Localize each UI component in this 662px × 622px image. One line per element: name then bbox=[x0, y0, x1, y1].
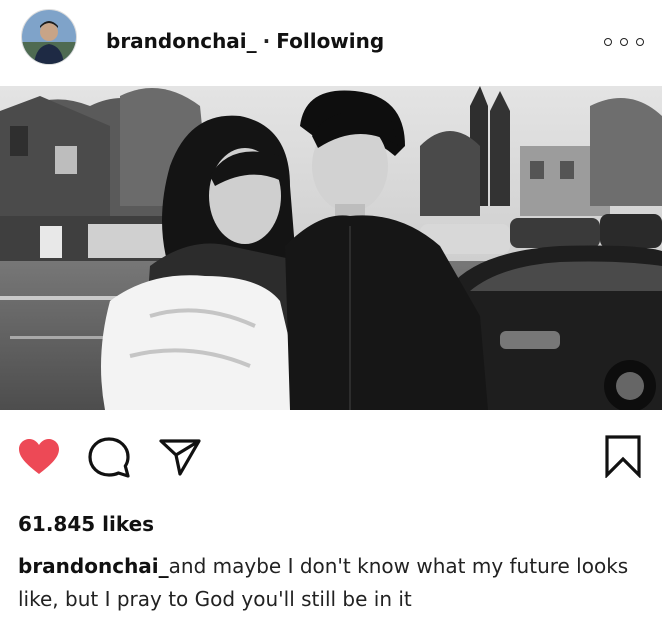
heart-icon[interactable] bbox=[18, 438, 60, 476]
more-dot bbox=[620, 38, 628, 46]
more-dot bbox=[636, 38, 644, 46]
paper-plane-icon[interactable] bbox=[158, 437, 202, 477]
avatar[interactable] bbox=[21, 9, 77, 65]
separator: · bbox=[262, 29, 271, 53]
bookmark-icon[interactable] bbox=[603, 434, 643, 478]
post-header: brandonchai_ · Following bbox=[0, 0, 662, 86]
caption: brandonchai_and maybe I don't know what … bbox=[18, 550, 648, 616]
username-link[interactable]: brandonchai_ bbox=[106, 29, 257, 53]
likes-count[interactable]: 61.845 likes bbox=[18, 511, 154, 537]
post-photo[interactable] bbox=[0, 86, 662, 410]
following-button[interactable]: Following bbox=[276, 29, 384, 53]
more-dot bbox=[604, 38, 612, 46]
caption-username-link[interactable]: brandonchai_ bbox=[18, 554, 169, 578]
header-title: brandonchai_ · Following bbox=[106, 28, 384, 54]
comment-icon[interactable] bbox=[87, 435, 133, 481]
more-options-icon[interactable] bbox=[604, 34, 644, 50]
